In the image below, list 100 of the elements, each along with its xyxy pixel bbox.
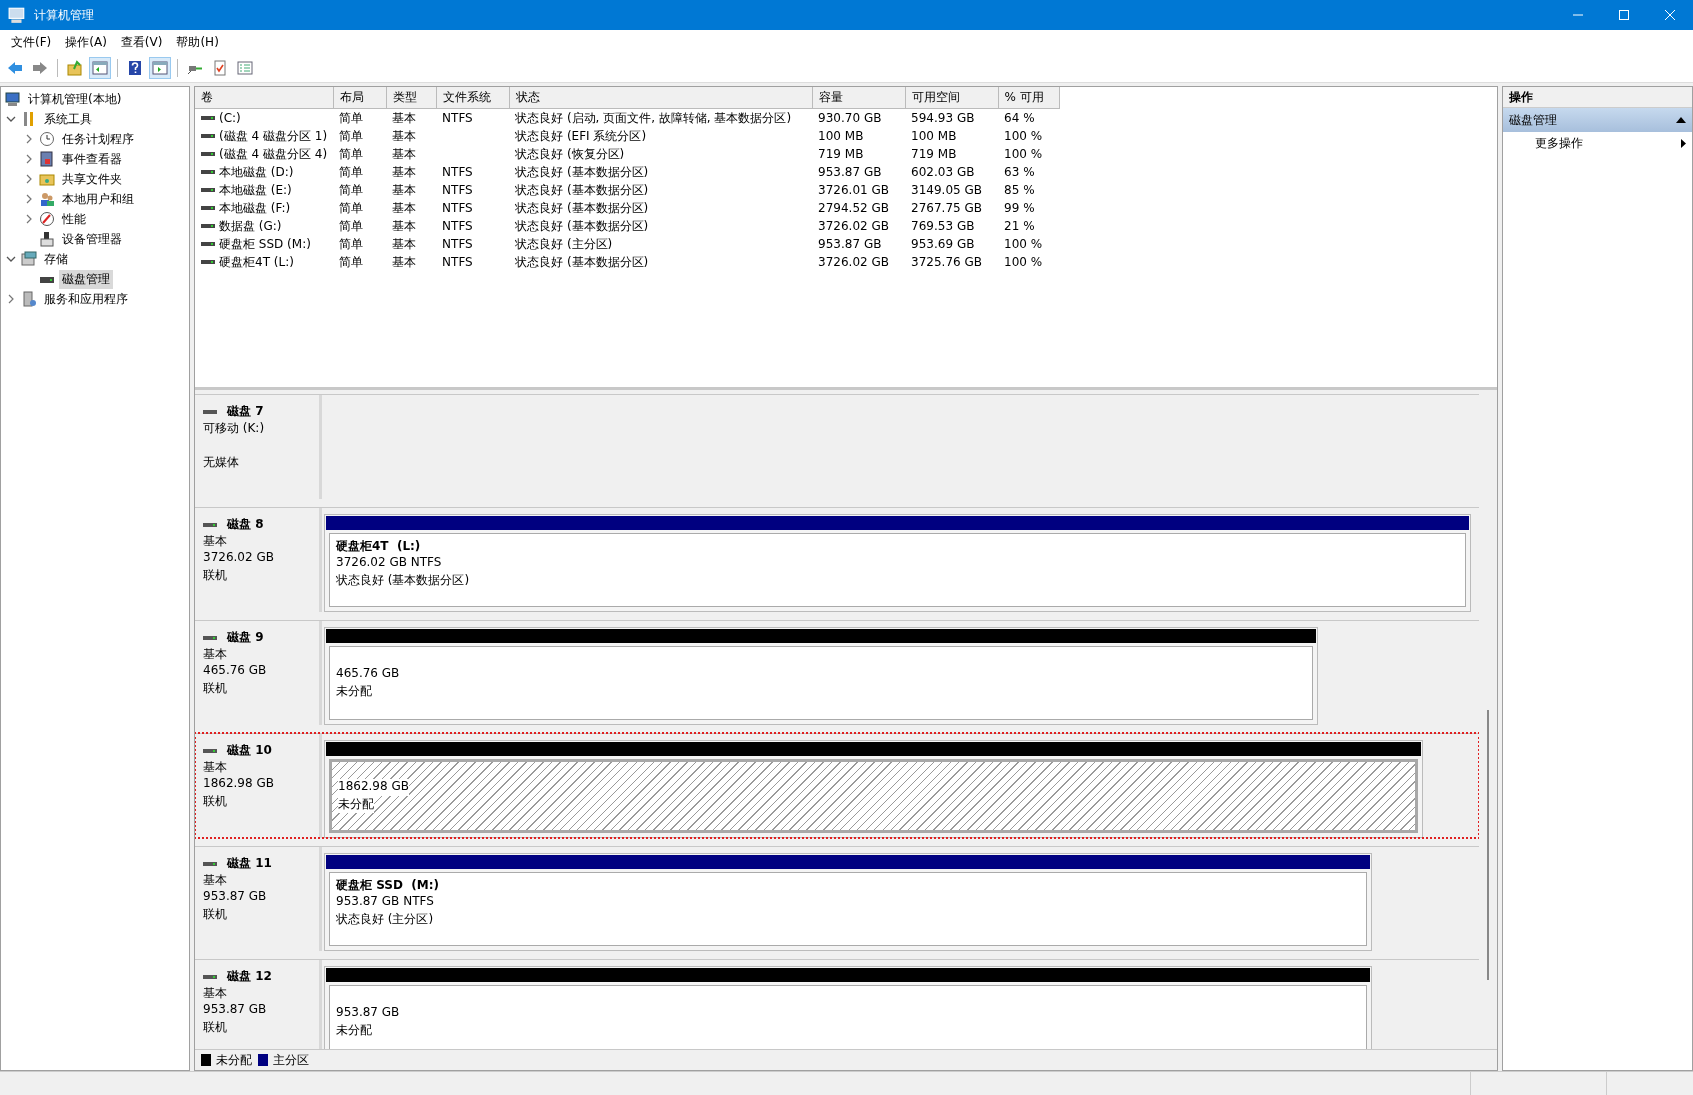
table-cell: 数据盘 (G:) [219, 217, 282, 235]
table-cell: 719 MB [818, 147, 864, 161]
partition-title: 硬盘柜4T (L:) [336, 538, 422, 555]
table-cell: (磁盘 4 磁盘分区 4) [219, 145, 328, 163]
disk-row[interactable]: 磁盘 12 基本 953.87 GB 联机 953.87 GB 未分配 [195, 959, 1479, 1049]
column-header[interactable]: 可用空间 [905, 87, 999, 109]
forward-arrow-icon [32, 60, 48, 76]
partition-info: 1862.98 GB [338, 779, 409, 796]
disk-type: 可移动 (K:) [203, 420, 266, 437]
disk-name: 磁盘 12 [227, 968, 272, 985]
legend-label: 未分配 [216, 1051, 252, 1069]
tree-item[interactable]: 服务和应用程序 [41, 289, 131, 309]
table-cell: 100 % [1004, 237, 1043, 251]
computer-icon [8, 6, 26, 24]
action-item[interactable]: 更多操作 [1503, 132, 1692, 154]
tree-item[interactable]: 存储 [41, 249, 71, 269]
disk-capacity: 953.87 GB [203, 1002, 268, 1018]
disk-capacity: 953.87 GB [203, 889, 268, 905]
disk-row[interactable]: 磁盘 8 基本 3726.02 GB 联机 硬盘柜4T (L:) 3726.02 GB NTFS 状态良好 (基本数据分区) [195, 507, 1479, 612]
disk-type: 基本 [203, 872, 228, 889]
disk-row[interactable]: 磁盘 10 基本 1862.98 GB 联机 1862.98 GB 未分配 [195, 733, 1479, 838]
table-cell: 基本 [392, 164, 417, 179]
disk-type: 基本 [203, 646, 228, 663]
partition[interactable]: 465.76 GB 未分配 [324, 627, 1318, 725]
tree-item[interactable]: 事件查看器 [59, 149, 125, 169]
menu-item[interactable]: 帮助(H) [169, 31, 226, 53]
tree-item[interactable]: 共享文件夹 [59, 169, 125, 189]
table-cell: 3725.76 GB [911, 255, 983, 269]
close-icon [1665, 10, 1675, 20]
table-cell: 本地磁盘 (E:) [219, 181, 292, 199]
table-cell: 状态良好 (基本数据分区) [515, 182, 649, 197]
table-cell: NTFS [442, 111, 473, 125]
table-cell: 基本 [392, 182, 417, 197]
action-section[interactable]: 磁盘管理 [1503, 108, 1692, 132]
partition-info: 状态良好 (基本数据分区) [336, 572, 470, 589]
menu-item[interactable]: 查看(V) [113, 31, 170, 53]
server-icon [21, 291, 37, 307]
disk-name: 磁盘 10 [227, 742, 272, 759]
table-cell: 3726.02 GB [818, 219, 890, 233]
drive-icon [201, 222, 215, 230]
disk-capacity: 1862.98 GB [203, 776, 275, 792]
table-cell: 基本 [392, 146, 417, 161]
table-cell: 953.87 GB [818, 237, 882, 251]
log-book-icon [39, 151, 55, 167]
column-header[interactable]: 文件系统 [436, 87, 510, 109]
table-cell: 基本 [392, 110, 417, 125]
scrollbar-thumb[interactable] [1487, 710, 1489, 980]
table-cell: 594.93 GB [911, 111, 975, 125]
check-document-icon [212, 60, 228, 76]
help-icon [127, 60, 143, 76]
partition-title: 硬盘柜 SSD (M:) [336, 877, 440, 894]
drive-icon [201, 168, 215, 176]
partition[interactable]: 硬盘柜 SSD (M:) 953.87 GB NTFS 状态良好 (主分区) [324, 853, 1372, 951]
table-cell: 状态良好 (基本数据分区) [515, 218, 649, 233]
drive-icon [201, 258, 215, 266]
partition[interactable]: 953.87 GB 未分配 [324, 966, 1372, 1049]
disk-status: 联机 [203, 1019, 228, 1036]
column-header[interactable]: 布局 [333, 87, 387, 109]
partition[interactable]: 1862.98 GB 未分配 [324, 740, 1423, 838]
menu-item[interactable]: 操作(A) [58, 31, 114, 53]
column-header[interactable]: 类型 [386, 87, 437, 109]
partition-info: 未分配 [336, 1022, 372, 1039]
disk-name: 磁盘 7 [227, 403, 264, 420]
table-cell: 状态良好 (主分区) [515, 236, 613, 251]
table-cell: 基本 [392, 254, 417, 269]
table-cell: 状态良好 (EFI 系统分区) [515, 128, 647, 143]
tree-item[interactable]: 本地用户和组 [59, 189, 137, 209]
table-cell: 基本 [392, 236, 417, 251]
tree-item[interactable]: 计算机管理(本地) [25, 89, 125, 109]
table-cell: 状态良好 (基本数据分区) [515, 164, 649, 179]
table-cell: 简单 [339, 200, 364, 215]
table-cell: 100 % [1004, 129, 1043, 143]
back-arrow-icon [7, 60, 23, 76]
table-cell: 硬盘柜4T (L:) [219, 253, 294, 271]
disk-row[interactable]: 磁盘 11 基本 953.87 GB 联机 硬盘柜 SSD (M:) 953.87 GB NTFS 状态良好 (主分区) [195, 846, 1479, 951]
partition-info: 状态良好 (主分区) [336, 911, 434, 928]
table-cell: 状态良好 (基本数据分区) [515, 200, 649, 215]
tree-item[interactable]: 性能 [59, 209, 89, 229]
disk-row[interactable]: 磁盘 7 可移动 (K:) 无媒体 [195, 394, 1479, 499]
folder-up-icon [67, 60, 83, 76]
column-header[interactable]: 状态 [509, 87, 813, 109]
table-cell: 953.87 GB [818, 165, 882, 179]
storage-icon [21, 251, 37, 267]
tree-item[interactable]: 磁盘管理 [59, 269, 113, 289]
pane-title: 操作 [1509, 88, 1533, 106]
disk-row[interactable]: 磁盘 9 基本 465.76 GB 联机 465.76 GB 未分配 [195, 620, 1479, 725]
table-cell: NTFS [442, 165, 473, 179]
menu-item[interactable]: 文件(F) [4, 31, 59, 53]
table-cell: 简单 [339, 236, 364, 251]
tree-item[interactable]: 任务计划程序 [59, 129, 137, 149]
table-cell: 本地磁盘 (D:) [219, 163, 294, 181]
tree-item[interactable]: 系统工具 [41, 109, 95, 129]
table-cell: 63 % [1004, 165, 1035, 179]
column-header[interactable]: 卷 [195, 87, 334, 109]
table-cell: 85 % [1004, 183, 1035, 197]
column-header[interactable]: 容量 [812, 87, 906, 109]
table-cell: 100 % [1004, 147, 1043, 161]
tree-item[interactable]: 设备管理器 [59, 229, 125, 249]
partition[interactable]: 硬盘柜4T (L:) 3726.02 GB NTFS 状态良好 (基本数据分区) [324, 514, 1471, 612]
column-header[interactable]: % 可用 [998, 87, 1060, 109]
